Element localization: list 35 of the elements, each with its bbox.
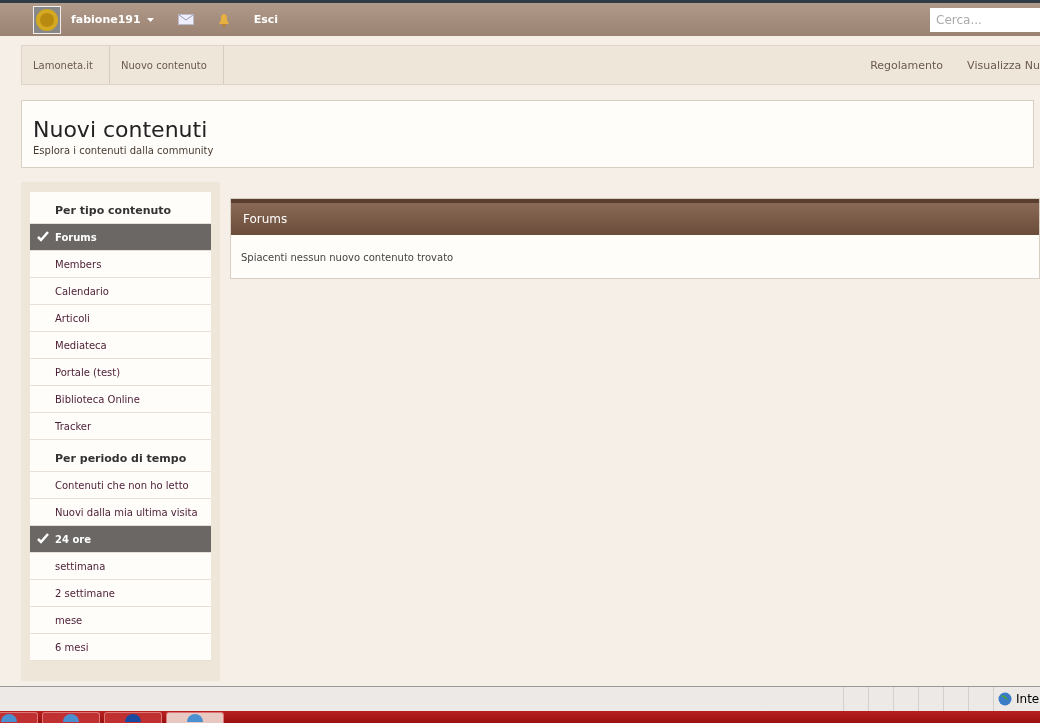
- section-title: Per periodo di tempo: [30, 440, 211, 472]
- filter-item[interactable]: Biblioteca Online: [30, 386, 211, 413]
- filter-item[interactable]: Members: [30, 251, 211, 278]
- filter-item[interactable]: Portale (test): [30, 359, 211, 386]
- nav-link[interactable]: Regolamento: [870, 58, 944, 72]
- breadcrumb-link[interactable]: Lamoneta.it: [22, 46, 110, 84]
- filter-item[interactable]: mese: [30, 607, 211, 634]
- empty-message: Spiacenti nessun nuovo contenuto trovato: [240, 251, 455, 265]
- filter-item[interactable]: Tracker: [30, 413, 211, 440]
- panel-title: Forums: [231, 199, 1039, 235]
- breadcrumb-link[interactable]: Nuovo contenuto: [110, 46, 224, 84]
- page-subtitle: Esplora i contenuti dalla community: [33, 145, 215, 156]
- taskbar-button[interactable]: [42, 712, 100, 723]
- taskbar-button[interactable]: [166, 712, 224, 723]
- filter-item[interactable]: Articoli: [30, 305, 211, 332]
- filter-item[interactable]: Calendario: [30, 278, 211, 305]
- caret-icon: [146, 17, 154, 22]
- filter-item[interactable]: 2 settimane: [30, 580, 211, 607]
- page-title: Nuovi contenuti: [33, 117, 209, 142]
- avatar-icon[interactable]: [33, 5, 61, 34]
- filter-item[interactable]: 24 ore: [30, 526, 211, 553]
- bell-icon[interactable]: [217, 12, 230, 27]
- filter-item[interactable]: Contenuti che non ho letto: [30, 472, 211, 499]
- filter-item[interactable]: 6 mesi: [30, 634, 211, 661]
- globe-icon: [998, 692, 1012, 706]
- search-field[interactable]: Cerca...: [930, 7, 1040, 32]
- taskbar-button[interactable]: [104, 712, 162, 723]
- filter-item[interactable]: Forums: [30, 224, 211, 251]
- mail-icon[interactable]: [177, 14, 194, 25]
- filter-item[interactable]: settimana: [30, 553, 211, 580]
- filter-item[interactable]: Mediateca: [30, 332, 211, 359]
- nav-link[interactable]: Visualizza Nu: [967, 58, 1040, 72]
- check-icon: [37, 231, 49, 242]
- zone-label: Inte: [1016, 692, 1040, 706]
- check-icon: [37, 533, 49, 544]
